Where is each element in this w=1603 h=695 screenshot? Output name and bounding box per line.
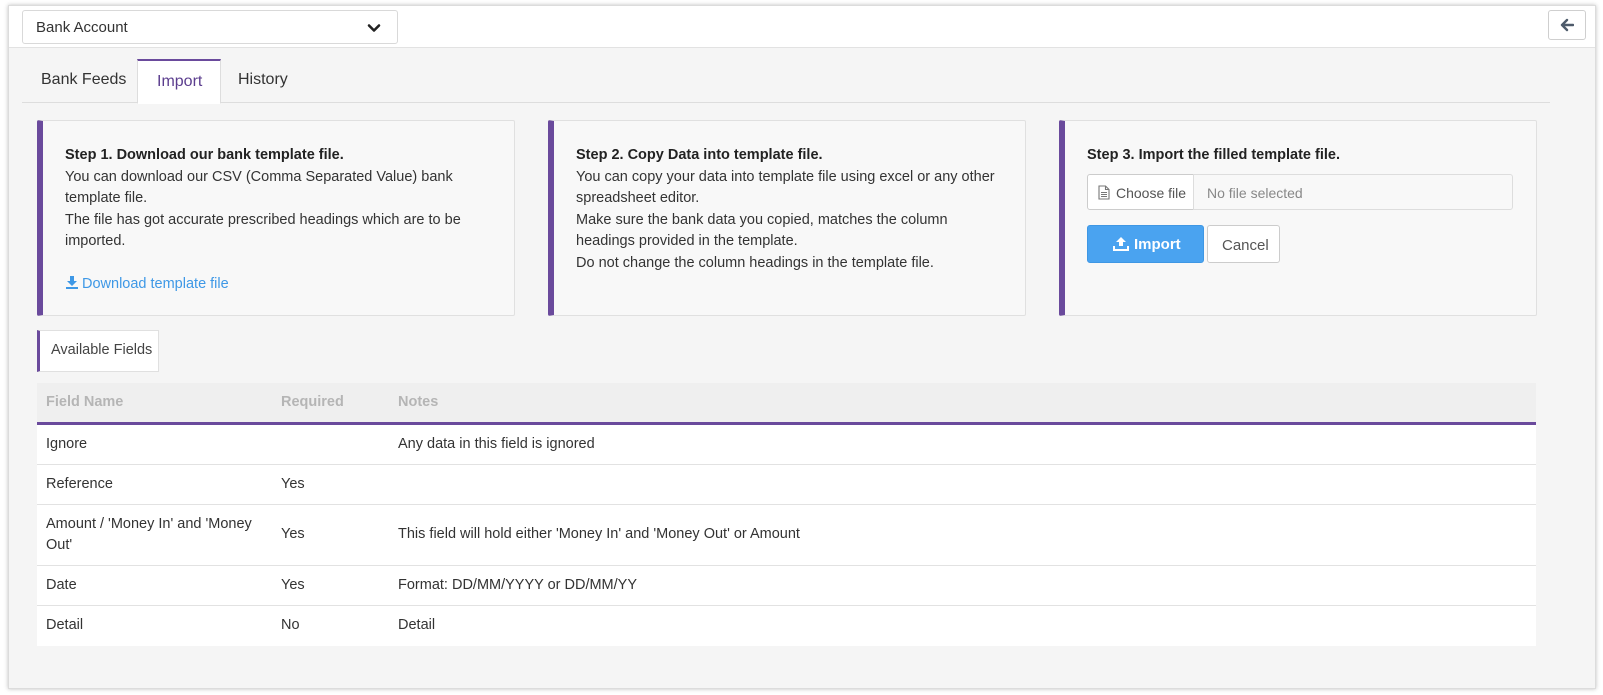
file-icon: [1098, 184, 1110, 200]
table-row: Ignore Any data in this field is ignored: [37, 425, 1536, 465]
step-1-text: You can download our CSV (Comma Separate…: [65, 168, 453, 207]
table-row: Detail No Detail: [37, 606, 1536, 646]
chevron-down-icon: [367, 24, 381, 32]
upload-icon: [1113, 236, 1129, 251]
tab-import[interactable]: Import: [137, 59, 222, 104]
step-1-text-2: The file has got accurate prescribed hea…: [65, 211, 461, 250]
notes-cell: Detail: [398, 617, 436, 633]
notes-cell: Any data in this field is ignored: [398, 436, 595, 452]
step-2-text-3: Do not change the column headings in the…: [576, 254, 934, 271]
step-2-text: You can copy your data into template fil…: [576, 168, 995, 207]
app-frame: Bank Account Bank Feeds Import History S…: [8, 5, 1596, 689]
bank-account-select-value: Bank Account: [36, 19, 128, 36]
step-3-card: Step 3. Import the filled template file.…: [1059, 120, 1537, 316]
back-button[interactable]: [1548, 10, 1586, 40]
step-3-title: Step 3. Import the filled template file.: [1087, 147, 1340, 163]
field-name-cell: Ignore: [46, 436, 88, 452]
download-template-link[interactable]: Download template file: [65, 274, 229, 296]
import-panel: Bank Feeds Import History Step 1. Downlo…: [22, 58, 1550, 663]
step-1-card: Step 1. Download our bank template file.…: [37, 120, 515, 316]
file-input: Choose file No file selected: [1087, 173, 1514, 210]
file-name-display: No file selected: [1193, 173, 1513, 210]
tab-history[interactable]: History: [219, 59, 306, 103]
column-header-notes: Notes: [398, 394, 439, 410]
import-steps: Step 1. Download our bank template file.…: [37, 120, 1537, 318]
required-cell: Yes: [281, 526, 305, 542]
choose-file-button[interactable]: Choose file: [1087, 173, 1194, 210]
tab-bank-feeds[interactable]: Bank Feeds: [22, 59, 144, 103]
required-cell: Yes: [281, 476, 305, 492]
top-bar: Bank Account: [9, 6, 1595, 48]
cancel-button[interactable]: Cancel: [1207, 224, 1280, 263]
required-cell: Yes: [281, 577, 305, 593]
notes-cell: This field will hold either 'Money In' a…: [398, 526, 800, 542]
column-header-field-name: Field Name: [46, 394, 124, 410]
column-header-required: Required: [281, 394, 344, 410]
notes-cell: Format: DD/MM/YYYY or DD/MM/YY: [398, 577, 638, 593]
available-fields-table: Field Name Required Notes Ignore Any dat…: [37, 383, 1536, 646]
step-2-card: Step 2. Copy Data into template file. Yo…: [548, 120, 1026, 316]
field-name-cell: Detail: [46, 617, 84, 633]
available-fields-label: Available Fields: [37, 330, 159, 372]
arrow-left-icon: [1560, 18, 1574, 32]
import-button-label: Import: [1134, 235, 1181, 253]
field-name-cell: Date: [46, 577, 77, 593]
step-2-title: Step 2. Copy Data into template file.: [576, 147, 823, 163]
field-name-cell: Amount / 'Money In' and 'Money Out': [46, 516, 252, 553]
step-1-title: Step 1. Download our bank template file.: [65, 147, 344, 163]
table-row: Date Yes Format: DD/MM/YYYY or DD/MM/YY: [37, 566, 1536, 606]
table-row: Amount / 'Money In' and 'Money Out' Yes …: [37, 505, 1536, 566]
table-row: Reference Yes: [37, 465, 1536, 505]
import-button[interactable]: Import: [1087, 224, 1204, 263]
tab-bar: Bank Feeds Import History: [22, 58, 1550, 104]
field-name-cell: Reference: [46, 476, 113, 492]
download-template-label: Download template file: [82, 275, 229, 292]
choose-file-label: Choose file: [1116, 184, 1187, 201]
step-2-text-2: Make sure the bank data you copied, matc…: [576, 211, 948, 250]
import-actions: Import Cancel: [1087, 224, 1514, 263]
download-icon: [66, 275, 78, 289]
required-cell: No: [281, 617, 300, 633]
bank-account-select[interactable]: Bank Account: [22, 10, 398, 44]
table-header: Field Name Required Notes: [37, 383, 1536, 425]
